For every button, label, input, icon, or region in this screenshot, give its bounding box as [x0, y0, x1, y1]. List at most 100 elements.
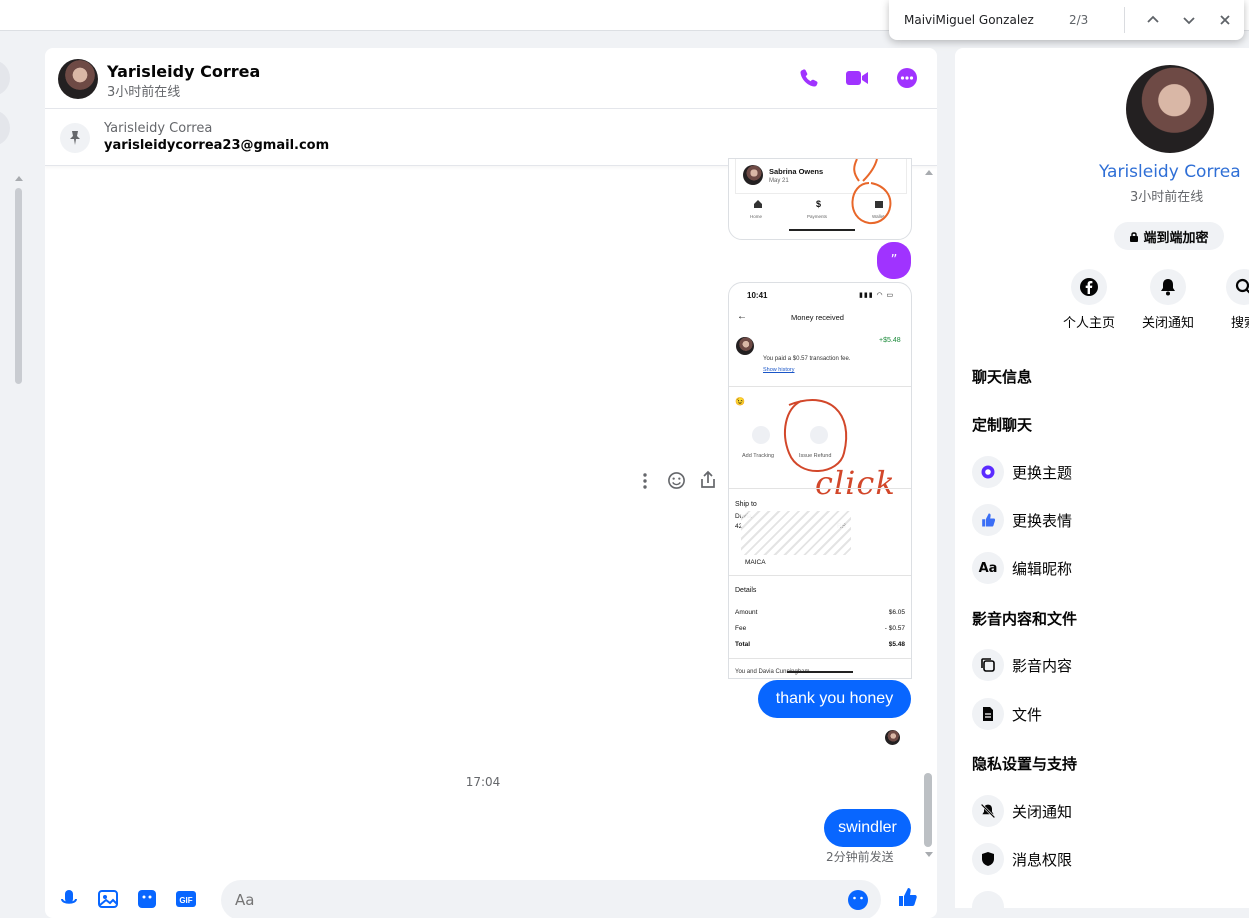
- pin-icon: [70, 131, 80, 145]
- menu-item-theme[interactable]: 更换主题: [972, 456, 1072, 488]
- section-customize[interactable]: 定制聊天: [972, 414, 1032, 435]
- chat-header: Yarisleidy Correa 3小时前在线: [45, 48, 937, 109]
- pinned-text: yarisleidycorrea23@gmail.com: [104, 138, 330, 153]
- read-receipt-avatar: [885, 730, 900, 745]
- section-privacy[interactable]: 隐私设置与支持: [972, 753, 1077, 774]
- menu-item-label: 消息权限: [1012, 850, 1073, 869]
- file-icon: [972, 698, 1004, 730]
- menu-item-label: 影音内容: [1012, 656, 1073, 675]
- message-input-box[interactable]: [221, 880, 881, 918]
- close-icon: [1220, 15, 1230, 25]
- find-previous-button[interactable]: [1135, 13, 1171, 27]
- shield-icon: [972, 843, 1004, 875]
- contact-name[interactable]: Yarisleidy Correa: [107, 62, 260, 81]
- more-vertical-icon[interactable]: [635, 472, 655, 490]
- home-indicator: [787, 671, 853, 673]
- chevron-up-icon: [1147, 15, 1159, 23]
- outgoing-message[interactable]: thank you honey: [758, 680, 911, 718]
- handwritten-annotation: click: [815, 464, 896, 502]
- share-icon[interactable]: [698, 470, 718, 490]
- chat-window: Yarisleidy Correa 3小时前在线 Yarisleidy Corr…: [45, 48, 937, 918]
- left-button-1[interactable]: [0, 60, 10, 96]
- redaction-scribble: [741, 511, 851, 555]
- section-chat-info[interactable]: 聊天信息: [972, 366, 1032, 387]
- find-next-button[interactable]: [1171, 13, 1207, 27]
- emoji-icon[interactable]: [847, 889, 869, 911]
- message-composer: GIF: [45, 876, 937, 918]
- chat-info-panel: Yarisleidy Correa 3小时前在线 端到端加密 个人主页 关闭通知…: [955, 48, 1249, 908]
- chevron-down-icon: [1183, 17, 1195, 25]
- details-label: Details: [735, 587, 757, 594]
- lock-icon: [1130, 231, 1139, 242]
- left-button-2[interactable]: [0, 110, 10, 146]
- chat-scrollbar[interactable]: [923, 166, 935, 866]
- outgoing-message[interactable]: swindler: [824, 809, 911, 847]
- mute-action-button[interactable]: [1150, 269, 1186, 305]
- menu-item-label: 编辑昵称: [1012, 559, 1073, 578]
- emoji-message[interactable]: ”: [877, 242, 911, 279]
- find-close-button[interactable]: [1207, 13, 1243, 27]
- message-actions: [635, 469, 725, 491]
- profile-name[interactable]: Yarisleidy Correa: [1099, 162, 1241, 182]
- menu-item-label: 更换主题: [1012, 463, 1073, 482]
- sticker-icon[interactable]: [136, 888, 158, 910]
- amount-value: $6.05: [888, 609, 905, 616]
- scroll-up-arrow[interactable]: [925, 170, 933, 175]
- message-timestamp: 17:04: [465, 775, 501, 789]
- thumbs-up-icon: [972, 504, 1004, 536]
- phone-icon[interactable]: [797, 66, 821, 90]
- emoji-reaction-icon[interactable]: [667, 471, 686, 490]
- find-query[interactable]: MaiviMiguel Gonzalez: [904, 13, 1069, 27]
- profile-action-button[interactable]: [1071, 269, 1107, 305]
- theme-icon: [972, 456, 1004, 488]
- svg-text:GIF: GIF: [179, 896, 192, 905]
- fee-value: - $0.57: [884, 625, 905, 632]
- mute-action[interactable]: 关闭通知: [1133, 269, 1203, 331]
- message-input[interactable]: [233, 888, 837, 912]
- scrollbar-thumb[interactable]: [924, 773, 932, 847]
- divider: [729, 488, 911, 489]
- find-bar: MaiviMiguel Gonzalez 2/3: [889, 0, 1244, 40]
- profile-avatar[interactable]: [1126, 65, 1214, 153]
- image-icon[interactable]: [97, 888, 119, 910]
- gif-icon[interactable]: GIF: [175, 888, 197, 910]
- encryption-badge[interactable]: 端到端加密: [1114, 222, 1224, 250]
- contact-status: 3小时前在线: [107, 85, 181, 100]
- total-value: $5.48: [888, 641, 905, 648]
- menu-item-nickname[interactable]: Aa 编辑昵称: [972, 552, 1072, 584]
- scroll-up-arrow[interactable]: [15, 176, 23, 181]
- menu-item-emoji[interactable]: 更换表情: [972, 504, 1072, 536]
- fee-label: Fee: [735, 625, 747, 632]
- text-icon: Aa: [972, 552, 1004, 584]
- more-options-icon[interactable]: [895, 66, 919, 90]
- profile-action[interactable]: 个人主页: [1054, 269, 1124, 331]
- chat-list-scrollbar[interactable]: [13, 176, 23, 386]
- mute-action-label: 关闭通知: [1141, 316, 1194, 331]
- encryption-label: 端到端加密: [1143, 230, 1209, 246]
- profile-status: 3小时前在线: [1130, 190, 1204, 205]
- pinned-sender: Yarisleidy Correa: [104, 121, 213, 136]
- ship-to-label: Ship to: [735, 501, 757, 508]
- menu-item-label: 关闭通知: [1012, 802, 1073, 821]
- contact-avatar[interactable]: [58, 59, 98, 99]
- scrollbar-thumb[interactable]: [15, 188, 22, 384]
- video-call-icon[interactable]: [845, 66, 869, 90]
- total-label: Total: [735, 641, 751, 648]
- menu-item-permissions[interactable]: 消息权限: [972, 843, 1072, 875]
- shared-image-1[interactable]: Sabrina Owens May 21 Home $ Payments Wal…: [728, 158, 912, 240]
- divider: [729, 658, 911, 659]
- search-action[interactable]: 搜索: [1209, 269, 1249, 331]
- thumbs-up-icon[interactable]: [896, 886, 918, 908]
- scroll-down-arrow[interactable]: [925, 852, 933, 857]
- profile-action-label: 个人主页: [1062, 316, 1115, 331]
- section-media[interactable]: 影音内容和文件: [972, 608, 1077, 629]
- menu-item-files[interactable]: 文件: [972, 698, 1042, 730]
- search-action-button[interactable]: [1226, 269, 1249, 305]
- microphone-icon[interactable]: [58, 888, 80, 910]
- facebook-icon: [1080, 278, 1098, 296]
- menu-item-media[interactable]: 影音内容: [972, 649, 1072, 681]
- menu-item-mute[interactable]: 关闭通知: [972, 795, 1072, 827]
- menu-item-label: 更换表情: [1012, 511, 1073, 530]
- find-count: 2/3: [1069, 13, 1089, 27]
- shared-image-2[interactable]: 10:41 ▮▮▮ ◠ ▭ ← Money received +$5.48 Yo…: [728, 282, 912, 679]
